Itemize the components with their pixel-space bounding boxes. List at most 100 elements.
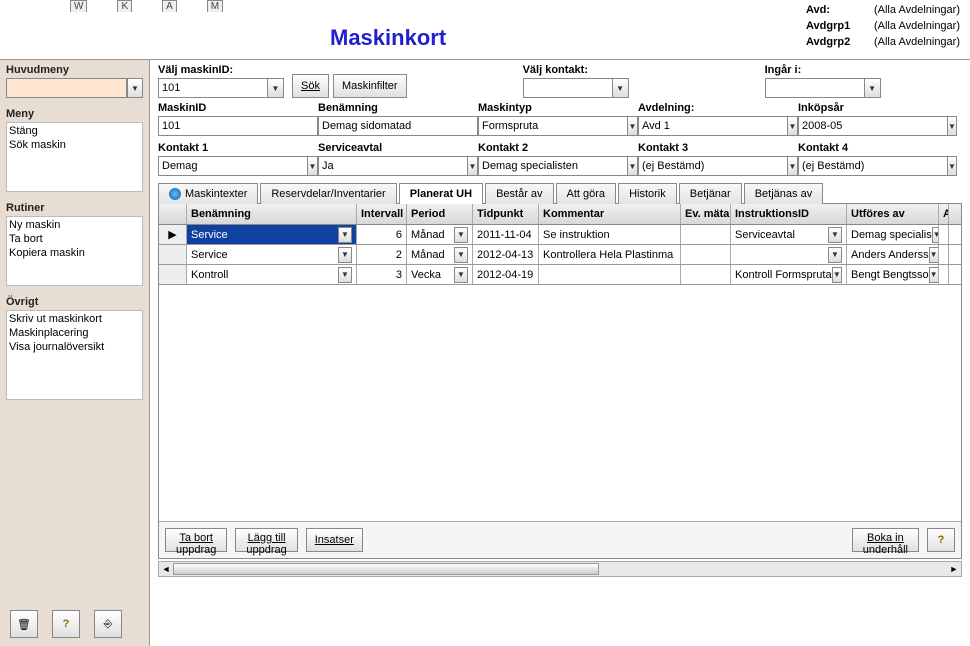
cell-dropdown-button[interactable]: ▼	[929, 247, 939, 263]
tab-historik[interactable]: Historik	[618, 183, 677, 204]
cell[interactable]: Bengt Bengtsso▼	[847, 265, 939, 284]
grid-col-tidpunkt[interactable]: Tidpunkt	[473, 204, 539, 224]
valj-kontakt-input[interactable]	[523, 78, 613, 98]
tab-maskintexter[interactable]: Maskintexter	[158, 183, 258, 204]
cell[interactable]: 2012-04-13	[473, 245, 539, 264]
grid-col-a[interactable]: A [t	[939, 204, 949, 224]
tab-planerat-uh[interactable]: Planerat UH	[399, 183, 483, 204]
cell-dropdown-button[interactable]: ▼	[454, 247, 468, 263]
cell[interactable]	[681, 245, 731, 264]
grid-col-period[interactable]: Period	[407, 204, 473, 224]
field-dropdown-button[interactable]: ▼	[628, 116, 638, 136]
field-dropdown-button[interactable]: ▼	[788, 156, 798, 176]
insatser-button[interactable]: Insatser	[306, 528, 363, 552]
valj-kontakt-dropdown[interactable]: ▼	[613, 78, 629, 98]
field-input[interactable]	[638, 156, 788, 176]
valj-maskinid-dropdown[interactable]: ▼	[268, 78, 284, 98]
cell[interactable]: Kontroll▼	[187, 265, 357, 284]
cell[interactable]: Månad▼	[407, 245, 473, 264]
cell[interactable]: Se instruktion	[539, 225, 681, 244]
field-input[interactable]	[318, 156, 468, 176]
trash-button[interactable]: 🗑	[10, 610, 38, 638]
table-row[interactable]: Service▼2Månad▼2012-04-13Kontrollera Hel…	[159, 245, 961, 265]
field-input[interactable]	[158, 156, 308, 176]
cell-dropdown-button[interactable]: ▼	[929, 267, 939, 283]
cell-dropdown-button[interactable]: ▼	[338, 227, 352, 243]
rutiner-item-kopiera[interactable]: Kopiera maskin	[9, 246, 140, 260]
cell-dropdown-button[interactable]: ▼	[338, 267, 352, 283]
sok-button[interactable]: Sök	[292, 74, 329, 98]
field-input[interactable]	[798, 156, 948, 176]
field-dropdown-button[interactable]: ▼	[628, 156, 638, 176]
field-input[interactable]	[318, 116, 478, 136]
grid-col-instruktionsid[interactable]: InstruktionsID	[731, 204, 847, 224]
cell[interactable]: Månad▼	[407, 225, 473, 244]
scroll-right-icon[interactable]: ►	[947, 564, 961, 574]
cell-dropdown-button[interactable]: ▼	[454, 227, 468, 243]
cell-dropdown-button[interactable]: ▼	[932, 227, 939, 243]
cell-dropdown-button[interactable]: ▼	[338, 247, 352, 263]
table-row[interactable]: ▶Service▼6Månad▼2011-11-04Se instruktion…	[159, 225, 961, 245]
ta-bort-uppdrag-button[interactable]: Ta bort uppdrag	[165, 528, 227, 552]
tab-betj-nas-av[interactable]: Betjänas av	[744, 183, 823, 204]
cell[interactable]: Vecka▼	[407, 265, 473, 284]
horizontal-scrollbar[interactable]: ◄ ►	[158, 561, 962, 577]
cell[interactable]	[939, 245, 949, 264]
meny-item-stang[interactable]: Stäng	[9, 124, 140, 138]
ingar-i-input[interactable]	[765, 78, 865, 98]
maskinfilter-button[interactable]: Maskinfilter	[333, 74, 407, 98]
cell[interactable]: Service▼	[187, 245, 357, 264]
exit-button[interactable]: ⎆	[94, 610, 122, 638]
tab-betj-nar[interactable]: Betjänar	[679, 183, 742, 204]
cell-dropdown-button[interactable]: ▼	[828, 227, 842, 243]
huvudmeny-combo[interactable]	[6, 78, 127, 98]
field-input[interactable]	[798, 116, 948, 136]
field-dropdown-button[interactable]: ▼	[468, 156, 478, 176]
cell[interactable]: 3	[357, 265, 407, 284]
cell[interactable]: Demag specialis▼	[847, 225, 939, 244]
field-dropdown-button[interactable]: ▼	[788, 116, 798, 136]
grid-col-intervall[interactable]: Intervall	[357, 204, 407, 224]
valj-maskinid-input[interactable]	[158, 78, 268, 98]
field-input[interactable]	[478, 116, 628, 136]
grid-col-kommentar[interactable]: Kommentar	[539, 204, 681, 224]
cell[interactable]: ▼	[731, 245, 847, 264]
cell[interactable]: 2011-11-04	[473, 225, 539, 244]
cell[interactable]: Kontrollera Hela Plastinma	[539, 245, 681, 264]
help-button[interactable]: ?	[52, 610, 80, 638]
cell[interactable]	[939, 265, 949, 284]
field-input[interactable]	[158, 116, 318, 136]
cell-dropdown-button[interactable]: ▼	[832, 267, 842, 283]
cell[interactable]	[681, 225, 731, 244]
cell[interactable]: Kontroll Formspruta▼	[731, 265, 847, 284]
cell-dropdown-button[interactable]: ▼	[828, 247, 842, 263]
scroll-left-icon[interactable]: ◄	[159, 564, 173, 574]
table-row[interactable]: Kontroll▼3Vecka▼2012-04-19 Kontroll Forms…	[159, 265, 961, 285]
grid-col-ev[interactable]: Ev. mätarst.	[681, 204, 731, 224]
lagg-till-uppdrag-button[interactable]: Lägg till uppdrag	[235, 528, 297, 552]
cell[interactable]: 2	[357, 245, 407, 264]
cell[interactable]	[681, 265, 731, 284]
cell[interactable]: 2012-04-19	[473, 265, 539, 284]
field-dropdown-button[interactable]: ▼	[308, 156, 318, 176]
boka-in-underhall-button[interactable]: Boka in underhåll	[852, 528, 919, 552]
ovrigt-item-skriv-ut[interactable]: Skriv ut maskinkort	[9, 312, 140, 326]
tab-att-g-ra[interactable]: Att göra	[556, 183, 617, 204]
field-dropdown-button[interactable]: ▼	[948, 156, 957, 176]
field-dropdown-button[interactable]: ▼	[948, 116, 957, 136]
ovrigt-item-maskinplacering[interactable]: Maskinplacering	[9, 326, 140, 340]
ovrigt-item-visa-journal[interactable]: Visa journalöversikt	[9, 340, 140, 354]
meny-item-sok-maskin[interactable]: Sök maskin	[9, 138, 140, 152]
cell[interactable]: Service▼	[187, 225, 357, 244]
huvudmeny-combo-button[interactable]: ▼	[127, 78, 143, 98]
cell-dropdown-button[interactable]: ▼	[454, 267, 468, 283]
grid-help-button[interactable]: ?	[927, 528, 955, 552]
tab-reservdelar-inventarier[interactable]: Reservdelar/Inventarier	[260, 183, 396, 204]
cell[interactable]	[939, 225, 949, 244]
grid-col-utfores-av[interactable]: Utföres av	[847, 204, 939, 224]
cell[interactable]: 6	[357, 225, 407, 244]
cell[interactable]: Serviceavtal▼	[731, 225, 847, 244]
tab-best-r-av[interactable]: Består av	[485, 183, 553, 204]
field-input[interactable]	[478, 156, 628, 176]
cell[interactable]	[539, 265, 681, 284]
